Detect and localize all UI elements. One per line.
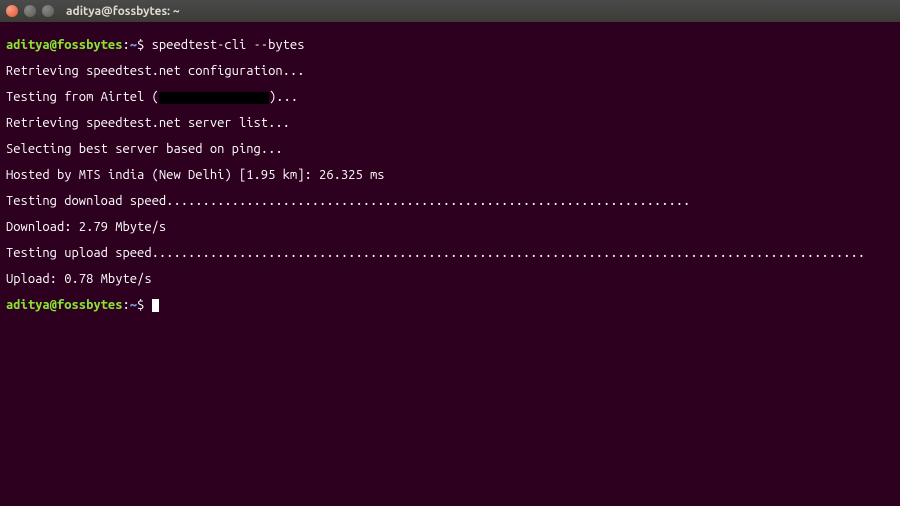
output-text: )... bbox=[269, 90, 298, 104]
window-titlebar: aditya@fossbytes: ~ bbox=[0, 0, 900, 22]
terminal-line: aditya@fossbytes:~$ speedtest-cli --byte… bbox=[6, 39, 894, 52]
window-title: aditya@fossbytes: ~ bbox=[66, 5, 180, 18]
output-line: Testing download speed..................… bbox=[6, 195, 894, 208]
prompt-user-host: aditya@fossbytes bbox=[6, 298, 122, 312]
maximize-icon[interactable] bbox=[42, 5, 54, 17]
prompt-path: ~ bbox=[130, 38, 137, 52]
minimize-icon[interactable] bbox=[24, 5, 36, 17]
redacted-ip bbox=[159, 92, 269, 104]
output-text: Testing from Airtel ( bbox=[6, 90, 159, 104]
close-icon[interactable] bbox=[6, 5, 18, 17]
output-line: Testing from Airtel ()... bbox=[6, 91, 894, 104]
output-line: Upload: 0.78 Mbyte/s bbox=[6, 273, 894, 286]
window-buttons-group bbox=[6, 5, 54, 17]
prompt-user-host: aditya@fossbytes bbox=[6, 38, 122, 52]
output-line: Hosted by MTS india (New Delhi) [1.95 km… bbox=[6, 169, 894, 182]
output-line: Download: 2.79 Mbyte/s bbox=[6, 221, 894, 234]
prompt-colon: : bbox=[122, 298, 129, 312]
output-line: Testing upload speed....................… bbox=[6, 247, 894, 260]
output-line: Retrieving speedtest.net configuration..… bbox=[6, 65, 894, 78]
prompt-colon: : bbox=[122, 38, 129, 52]
output-line: Retrieving speedtest.net server list... bbox=[6, 117, 894, 130]
terminal-area[interactable]: aditya@fossbytes:~$ speedtest-cli --byte… bbox=[0, 22, 900, 329]
prompt-symbol: $ bbox=[137, 38, 144, 52]
prompt-path: ~ bbox=[130, 298, 137, 312]
terminal-line: aditya@fossbytes:~$ bbox=[6, 299, 894, 312]
cursor-icon bbox=[152, 299, 159, 312]
prompt-symbol: $ bbox=[137, 298, 144, 312]
output-line: Selecting best server based on ping... bbox=[6, 143, 894, 156]
command-text: speedtest-cli --bytes bbox=[152, 38, 305, 52]
